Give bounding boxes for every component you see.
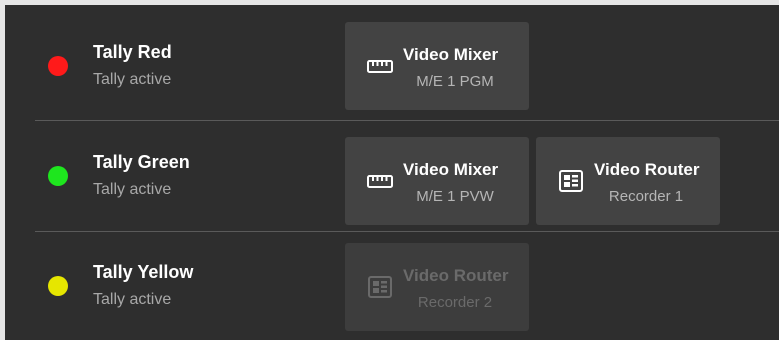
source-title: Video Mixer — [403, 45, 499, 64]
tally-row-green: Tally Green Tally active Video Mixer M/E… — [5, 115, 779, 225]
tally-indicator-dot — [48, 276, 68, 296]
tally-indicator-dot — [48, 166, 68, 186]
source-title: Video Router — [594, 160, 700, 179]
source-subtitle: M/E 1 PVW — [416, 188, 494, 205]
video-router-icon — [559, 170, 583, 192]
tally-name: Tally Yellow — [93, 262, 194, 282]
tally-indicator-dot — [48, 56, 68, 76]
tally-status: Tally active — [93, 71, 172, 88]
source-subtitle: Recorder 2 — [417, 294, 493, 311]
tally-panel: Tally Red Tally active Video Mixer M/E 1… — [5, 5, 779, 340]
source-card-video-mixer[interactable]: Video Mixer M/E 1 PVW — [345, 137, 529, 225]
video-mixer-icon — [367, 175, 393, 188]
tally-name: Tally Red — [93, 42, 172, 62]
source-title: Video Router — [403, 266, 509, 285]
tally-name: Tally Green — [93, 152, 190, 172]
tally-row-yellow: Tally Yellow Tally active Video Router R… — [5, 225, 779, 335]
tally-status: Tally active — [93, 181, 172, 198]
video-mixer-icon — [367, 60, 393, 73]
source-card-video-router: Video Router Recorder 2 — [345, 243, 529, 331]
tally-status: Tally active — [93, 291, 172, 308]
video-router-icon — [368, 276, 392, 298]
tally-row-red: Tally Red Tally active Video Mixer M/E 1… — [5, 5, 779, 115]
source-card-video-mixer[interactable]: Video Mixer M/E 1 PGM — [345, 22, 529, 110]
source-card-video-router[interactable]: Video Router Recorder 1 — [536, 137, 720, 225]
source-subtitle: M/E 1 PGM — [416, 73, 494, 90]
source-title: Video Mixer — [403, 160, 499, 179]
source-subtitle: Recorder 1 — [608, 188, 684, 205]
